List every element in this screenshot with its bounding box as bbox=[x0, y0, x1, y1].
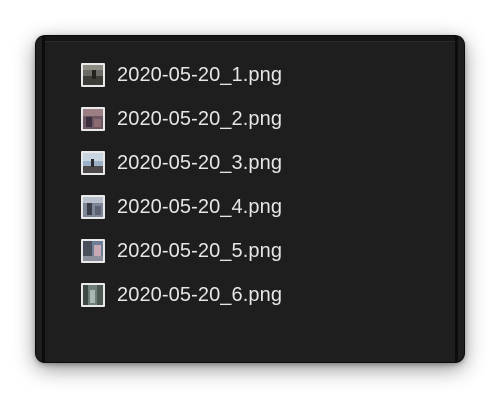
image-thumbnail-icon bbox=[81, 63, 105, 87]
file-item-1[interactable]: 2020-05-20_1.png bbox=[81, 60, 282, 90]
file-name: 2020-05-20_2.png bbox=[117, 107, 283, 130]
image-thumbnail-icon bbox=[81, 151, 105, 175]
file-name: 2020-05-20_5.png bbox=[117, 239, 283, 262]
image-thumbnail-icon bbox=[81, 195, 105, 219]
file-name: 2020-05-20_4.png bbox=[117, 195, 283, 218]
window-left-edge bbox=[42, 36, 45, 362]
file-item-6[interactable]: 2020-05-20_6.png bbox=[81, 280, 282, 310]
image-thumbnail-icon bbox=[81, 107, 105, 131]
image-thumbnail-icon bbox=[81, 239, 105, 263]
file-name: 2020-05-20_6.png bbox=[117, 283, 283, 306]
file-list-window: 2020-05-20_1.png 2020-05-20_2.png 2020-0… bbox=[36, 36, 464, 362]
window-right-edge bbox=[455, 36, 458, 362]
file-name: 2020-05-20_1.png bbox=[117, 63, 283, 86]
file-name: 2020-05-20_3.png bbox=[117, 151, 283, 174]
image-thumbnail-icon bbox=[81, 283, 105, 307]
file-item-4[interactable]: 2020-05-20_4.png bbox=[81, 192, 282, 222]
window-top-edge bbox=[44, 36, 456, 42]
file-item-5[interactable]: 2020-05-20_5.png bbox=[81, 236, 282, 266]
file-item-2[interactable]: 2020-05-20_2.png bbox=[81, 104, 282, 134]
file-item-3[interactable]: 2020-05-20_3.png bbox=[81, 148, 282, 178]
